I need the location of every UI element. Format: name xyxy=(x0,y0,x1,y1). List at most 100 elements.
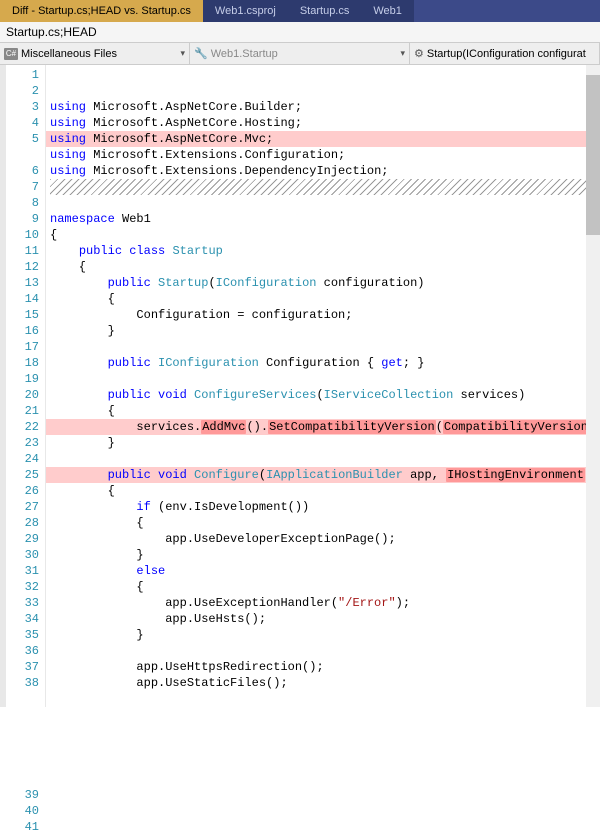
line-number: 23 xyxy=(6,435,45,451)
line-number: 14 xyxy=(6,291,45,307)
breadcrumb-bar: C# Miscellaneous Files ▾ 🔧 Web1.Startup … xyxy=(0,43,600,65)
code-line[interactable] xyxy=(46,643,600,659)
document-subtitle: Startup.cs;HEAD xyxy=(0,22,600,43)
line-number: 18 xyxy=(6,355,45,371)
code-line[interactable]: public void ConfigureServices(IServiceCo… xyxy=(46,387,600,403)
line-number: 15 xyxy=(6,307,45,323)
code-line[interactable]: } xyxy=(46,627,600,643)
document-tab[interactable]: Startup.cs xyxy=(288,0,362,22)
line-number: 35 xyxy=(6,627,45,643)
code-line[interactable]: { xyxy=(46,291,600,307)
code-line[interactable]: app.UseDeveloperExceptionPage(); xyxy=(46,531,600,547)
line-number: 36 xyxy=(6,643,45,659)
line-number: 41 xyxy=(6,819,45,835)
vertical-scrollbar[interactable] xyxy=(586,65,600,707)
code-line[interactable]: app.UseStaticFiles(); xyxy=(46,675,600,691)
code-line[interactable]: public Startup(IConfiguration configurat… xyxy=(46,275,600,291)
code-line[interactable]: else xyxy=(46,563,600,579)
line-number: 22 xyxy=(6,419,45,435)
code-line[interactable]: services.AddMvc().SetCompatibilityVersio… xyxy=(46,419,600,435)
code-line[interactable] xyxy=(46,691,600,707)
code-line[interactable]: app.UseHsts(); xyxy=(46,611,600,627)
line-number: 10 xyxy=(6,227,45,243)
line-number: 16 xyxy=(6,323,45,339)
line-number: 31 xyxy=(6,563,45,579)
line-number: 17 xyxy=(6,339,45,355)
code-line[interactable] xyxy=(46,371,600,387)
breadcrumb-class-label: Web1.Startup xyxy=(211,48,278,60)
code-line[interactable]: using Microsoft.AspNetCore.Hosting; xyxy=(46,115,600,131)
wrench-icon: ⚙ xyxy=(414,47,424,60)
code-line[interactable] xyxy=(46,451,600,467)
code-line[interactable]: public IConfiguration Configuration { ge… xyxy=(46,355,600,371)
code-line[interactable]: namespace Web1 xyxy=(46,211,600,227)
code-line[interactable]: { xyxy=(46,483,600,499)
line-number: 27 xyxy=(6,499,45,515)
line-number: 8 xyxy=(6,195,45,211)
line-number: 40 xyxy=(6,803,45,819)
line-number: 5 xyxy=(6,131,45,147)
code-line[interactable] xyxy=(46,339,600,355)
line-number: 9 xyxy=(6,211,45,227)
line-number xyxy=(6,147,45,163)
line-number: 20 xyxy=(6,387,45,403)
line-number: 1 xyxy=(6,67,45,83)
line-number: 28 xyxy=(6,515,45,531)
line-number: 34 xyxy=(6,611,45,627)
code-line[interactable]: Configuration = configuration; xyxy=(46,307,600,323)
code-line[interactable]: } xyxy=(46,323,600,339)
code-line[interactable]: { xyxy=(46,403,600,419)
code-line[interactable]: if (env.IsDevelopment()) xyxy=(46,499,600,515)
code-line[interactable]: public void Configure(IApplicationBuilde… xyxy=(46,467,600,483)
code-editor[interactable]: 1234567891011121314151617181920212223242… xyxy=(0,65,600,707)
tab-bar: Diff - Startup.cs;HEAD vs. Startup.csWeb… xyxy=(0,0,600,22)
line-number: 38 xyxy=(6,675,45,691)
line-number: 2 xyxy=(6,83,45,99)
line-number: 21 xyxy=(6,403,45,419)
code-line[interactable]: public class Startup xyxy=(46,243,600,259)
code-line[interactable]: using Microsoft.Extensions.Configuration… xyxy=(46,147,600,163)
code-area[interactable]: using Microsoft.AspNetCore.Builder;using… xyxy=(46,65,600,707)
line-number: 7 xyxy=(6,179,45,195)
line-number: 29 xyxy=(6,531,45,547)
line-number: 12 xyxy=(6,259,45,275)
code-line[interactable]: using Microsoft.Extensions.DependencyInj… xyxy=(46,163,600,179)
breadcrumb-project-label: Miscellaneous Files xyxy=(21,48,117,60)
breadcrumb-member[interactable]: ⚙ Startup(IConfiguration configurat xyxy=(410,43,600,64)
wrench-icon: 🔧 xyxy=(194,47,208,60)
code-line[interactable]: using Microsoft.AspNetCore.Mvc; xyxy=(46,131,600,147)
line-number: 24 xyxy=(6,451,45,467)
line-number xyxy=(6,691,45,787)
code-line[interactable]: { xyxy=(46,579,600,595)
csharp-icon: C# xyxy=(4,48,18,60)
line-number: 4 xyxy=(6,115,45,131)
line-number: 37 xyxy=(6,659,45,675)
document-tab[interactable]: Web1 xyxy=(361,0,414,22)
code-line[interactable]: { xyxy=(46,227,600,243)
line-number: 11 xyxy=(6,243,45,259)
document-tab[interactable]: Web1.csproj xyxy=(203,0,288,22)
code-line[interactable] xyxy=(46,195,600,211)
line-number: 26 xyxy=(6,483,45,499)
scrollbar-thumb[interactable] xyxy=(586,75,600,235)
line-number: 6 xyxy=(6,163,45,179)
line-number: 30 xyxy=(6,547,45,563)
breadcrumb-project[interactable]: C# Miscellaneous Files ▾ xyxy=(0,43,190,64)
line-number: 39 xyxy=(6,787,45,803)
code-line[interactable]: using Microsoft.AspNetCore.Builder; xyxy=(46,99,600,115)
line-number: 19 xyxy=(6,371,45,387)
chevron-down-icon: ▾ xyxy=(400,48,405,59)
code-line[interactable]: app.UseHttpsRedirection(); xyxy=(46,659,600,675)
breadcrumb-member-label: Startup(IConfiguration configurat xyxy=(427,48,586,60)
breadcrumb-class[interactable]: 🔧 Web1.Startup ▾ xyxy=(190,43,410,64)
line-number: 33 xyxy=(6,595,45,611)
line-number-gutter: 1234567891011121314151617181920212223242… xyxy=(6,65,46,707)
code-line[interactable]: { xyxy=(46,259,600,275)
code-line[interactable]: app.UseExceptionHandler("/Error"); xyxy=(46,595,600,611)
line-number: 3 xyxy=(6,99,45,115)
document-tab[interactable]: Diff - Startup.cs;HEAD vs. Startup.cs xyxy=(0,0,203,22)
chevron-down-icon: ▾ xyxy=(180,48,185,59)
code-line[interactable]: { xyxy=(46,515,600,531)
code-line[interactable]: } xyxy=(46,547,600,563)
code-line[interactable]: } xyxy=(46,435,600,451)
